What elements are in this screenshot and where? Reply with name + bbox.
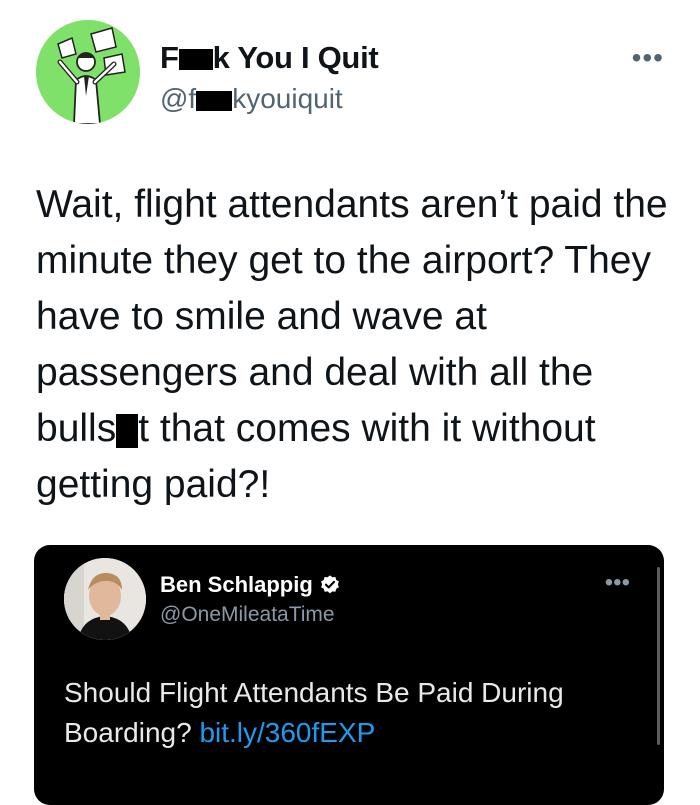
tweet-author-handle[interactable]: @f kyouiquit <box>160 83 343 115</box>
redaction-bar <box>178 49 213 71</box>
author-name-suffix: k You I Quit <box>212 40 379 75</box>
quoted-tweet-text: Should Flight Attendants Be Paid During … <box>64 673 624 753</box>
redaction-bar <box>196 90 233 111</box>
avatar-photo <box>64 558 146 640</box>
quoted-author-name[interactable]: Ben Schlappig <box>160 572 341 598</box>
quoted-author-handle[interactable]: @OneMileataTime <box>160 603 335 627</box>
quoted-tweet-link[interactable]: bit.ly/360fEXP <box>199 717 375 748</box>
author-handle-suffix: kyouiquit <box>232 83 343 114</box>
quoted-author-avatar[interactable] <box>64 558 146 640</box>
avatar-illustration <box>36 20 140 124</box>
author-handle-prefix: @f <box>160 83 197 114</box>
quoted-author-name-text: Ben Schlappig <box>160 572 313 597</box>
redaction-bar <box>116 413 139 448</box>
quoted-tweet-card[interactable]: Ben Schlappig @OneMileataTime ••• Should… <box>34 545 664 805</box>
more-options-icon[interactable]: ••• <box>632 44 664 72</box>
tweet-avatar[interactable] <box>36 20 140 124</box>
tweet-author-name[interactable]: Fk You I Quit <box>160 40 379 76</box>
verified-badge-icon <box>320 575 339 594</box>
quoted-more-options-icon[interactable]: ••• <box>605 571 630 595</box>
author-name-prefix: F <box>160 40 179 75</box>
card-scrollbar[interactable] <box>657 567 660 745</box>
tweet-text: Wait, flight attendants aren’t paid the … <box>36 177 676 513</box>
